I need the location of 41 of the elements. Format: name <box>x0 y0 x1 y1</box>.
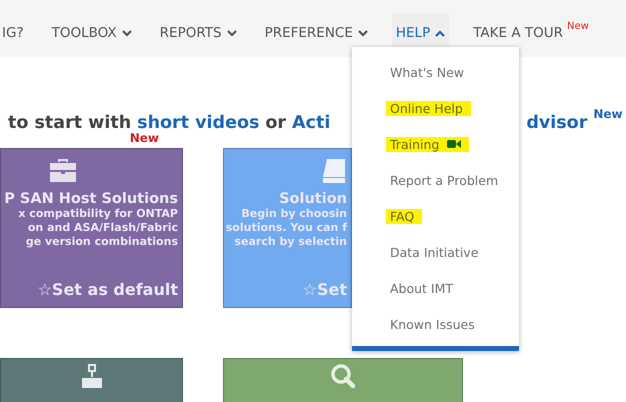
menu-item[interactable]: FAQ <box>386 208 422 224</box>
card-description: search by selectin <box>234 235 347 249</box>
menu-item[interactable]: Report a Problem <box>390 172 498 188</box>
card-description: x compatibility for ONTAP <box>18 207 178 221</box>
card-description: solutions. You can f <box>226 221 347 235</box>
drive-icon <box>323 157 345 183</box>
video-camera-icon <box>447 139 462 149</box>
menu-item[interactable]: About IMT <box>390 280 454 296</box>
solution-card[interactable] <box>0 358 183 402</box>
card-title: P SAN Host Solutions <box>4 191 178 207</box>
briefcase-icon <box>48 157 78 183</box>
search-icon <box>330 363 356 389</box>
card-description: ge version combinations <box>26 235 178 249</box>
card-title: Solution <box>279 191 347 207</box>
chevron-down-icon <box>226 30 237 36</box>
heading-link[interactable]: dvisor <box>526 113 588 133</box>
menu-item[interactable]: Training <box>386 136 470 152</box>
heading-link[interactable]: short videos <box>137 113 260 133</box>
heading-link[interactable]: Acti <box>292 113 330 133</box>
menu-item[interactable]: Data Initiative <box>390 244 478 260</box>
card-description: Begin by choosin <box>241 207 347 221</box>
new-label: New <box>130 131 159 147</box>
new-label: New <box>567 21 589 32</box>
network-icon <box>80 363 104 389</box>
nav-tab[interactable]: PREFERENCE <box>260 13 372 57</box>
set-default-link[interactable]: ☆Set as default <box>38 280 178 299</box>
menu-item[interactable]: Online Help <box>386 100 471 116</box>
chevron-down-icon <box>122 30 132 36</box>
nav-tab[interactable]: TOOLBOX <box>48 13 136 57</box>
heading-text: to start with <box>8 113 132 133</box>
menu-item[interactable]: Known Issues <box>390 316 475 332</box>
nav-tab[interactable]: REPORTS <box>156 13 241 57</box>
card-description: on and ASA/Flash/Fabric <box>28 221 178 235</box>
solution-card[interactable] <box>223 358 463 402</box>
chevron-up-icon <box>435 30 446 36</box>
nav-item[interactable]: IG? <box>0 13 28 57</box>
new-label: New <box>593 107 623 121</box>
chevron-down-icon <box>358 30 368 36</box>
solution-card[interactable]: P SAN Host Solutions x compatibility for ONTAP on and ASA/Flash/Fabric ge version combinations ☆Set as default <box>0 148 183 308</box>
menu-item[interactable]: What's New <box>390 64 464 80</box>
heading-text: or <box>265 113 286 133</box>
